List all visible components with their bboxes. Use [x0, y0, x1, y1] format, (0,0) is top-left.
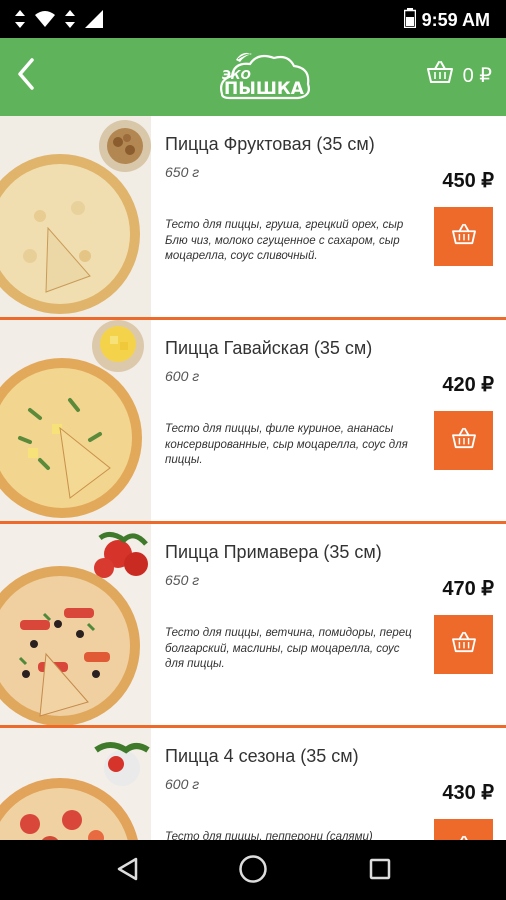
chevron-left-icon	[16, 57, 36, 95]
status-bar: 9:59 AM	[0, 0, 506, 38]
product-list: Пицца Фруктовая (35 см) 650 г Тесто для …	[0, 116, 506, 840]
product-price: 430 ₽	[442, 782, 494, 804]
product-weight: 650 г	[165, 572, 200, 588]
product-card[interactable]: Пицца 4 сезона (35 см) 600 г Тесто для п…	[0, 728, 506, 840]
product-photo	[0, 524, 151, 725]
product-card[interactable]: Пицца Фруктовая (35 см) 650 г Тесто для …	[0, 116, 506, 320]
product-description: Тесто для пиццы, груша, грецкий орех, сы…	[165, 219, 404, 262]
product-description: Тесто для пиццы, пепперони (салями)	[165, 831, 373, 840]
product-photo	[0, 320, 151, 521]
product-price: 420 ₽	[442, 374, 494, 396]
product-title: Пицца Фруктовая (35 см)	[165, 134, 375, 154]
basket-icon	[451, 223, 476, 250]
product-price: 450 ₽	[442, 170, 494, 192]
product-title: Пицца Гавайская (35 см)	[165, 338, 373, 358]
add-to-cart-button[interactable]	[434, 207, 493, 266]
battery-icon	[403, 8, 416, 33]
product-weight: 600 г	[165, 368, 200, 384]
product-photo	[0, 728, 151, 840]
basket-icon	[451, 427, 476, 454]
product-card[interactable]: Пицца Примавера (35 см) 650 г Тесто для …	[0, 524, 506, 728]
product-description: Тесто для пиццы, филе куриное, ананасы к…	[165, 423, 408, 466]
product-description: Тесто для пиццы, ветчина, помидоры, пере…	[165, 627, 412, 670]
add-to-cart-button[interactable]	[434, 819, 493, 840]
product-title: Пицца 4 сезона (35 см)	[165, 746, 359, 766]
data-transfer-icon	[14, 9, 26, 34]
product-weight: 650 г	[165, 164, 200, 180]
wifi-icon	[34, 10, 56, 33]
app-bar: ЭКО ПЫШКА 0 ₽	[0, 38, 506, 116]
cart-total: 0 ₽	[462, 64, 492, 87]
basket-icon	[451, 631, 476, 658]
triangle-back-icon	[116, 857, 138, 886]
add-to-cart-button[interactable]	[434, 411, 493, 470]
product-photo	[0, 116, 151, 317]
eko-pyshka-logo: ЭКО ПЫШКА	[214, 48, 314, 106]
cart-button[interactable]: 0 ₽	[426, 60, 492, 90]
product-card[interactable]: Пицца Гавайская (35 см) 600 г Тесто для …	[0, 320, 506, 524]
status-icons-left	[14, 9, 104, 34]
circle-home-icon	[238, 854, 268, 889]
nav-home-button[interactable]	[238, 854, 268, 889]
basket-icon	[426, 60, 453, 90]
product-price: 470 ₽	[442, 578, 494, 600]
nav-back-button[interactable]	[112, 856, 142, 886]
signal-icon	[64, 9, 76, 34]
system-navigation-bar	[0, 840, 506, 900]
cellular-icon	[84, 9, 104, 34]
back-button[interactable]	[6, 56, 46, 96]
product-weight: 600 г	[165, 776, 200, 792]
square-recents-icon	[369, 858, 391, 885]
logo-text-main: ПЫШКА	[224, 79, 305, 99]
nav-recents-button[interactable]	[365, 856, 395, 886]
add-to-cart-button[interactable]	[434, 615, 493, 674]
clock: 9:59 AM	[421, 10, 490, 30]
product-title: Пицца Примавера (35 см)	[165, 542, 382, 562]
status-icons-right: 9:59 AM	[403, 8, 490, 33]
